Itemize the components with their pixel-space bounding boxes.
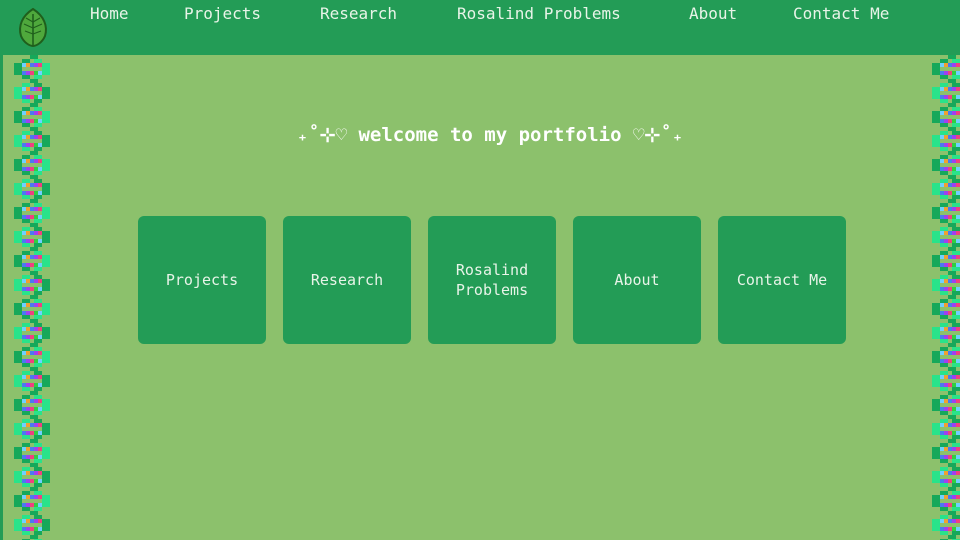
nav-link-about[interactable]: About bbox=[689, 4, 737, 23]
card-label: Rosalind Problems bbox=[455, 261, 529, 299]
card-label: Projects bbox=[165, 271, 239, 289]
leaf-icon[interactable] bbox=[12, 6, 54, 48]
page-heading: ₊˚⊹♡ welcome to my portfolio ♡⊹˚₊ bbox=[296, 124, 684, 146]
card-label: Contact Me bbox=[736, 271, 828, 289]
nav-link-contact-me[interactable]: Contact Me bbox=[793, 4, 889, 23]
card-label: Research bbox=[310, 271, 384, 289]
card-about[interactable]: About bbox=[573, 216, 701, 344]
card-contact-me[interactable]: Contact Me bbox=[718, 216, 846, 344]
card-label: About bbox=[614, 271, 660, 289]
nav-link-home[interactable]: Home bbox=[90, 4, 129, 23]
nav-link-research[interactable]: Research bbox=[320, 4, 397, 23]
nav-link-projects[interactable]: Projects bbox=[184, 4, 261, 23]
card-rosalind-problems[interactable]: Rosalind Problems bbox=[428, 216, 556, 344]
card-research[interactable]: Research bbox=[283, 216, 411, 344]
top-nav-bar: Home Projects Research Rosalind Problems… bbox=[0, 0, 960, 55]
nav-link-rosalind-problems[interactable]: Rosalind Problems bbox=[457, 4, 621, 23]
card-projects[interactable]: Projects bbox=[138, 216, 266, 344]
